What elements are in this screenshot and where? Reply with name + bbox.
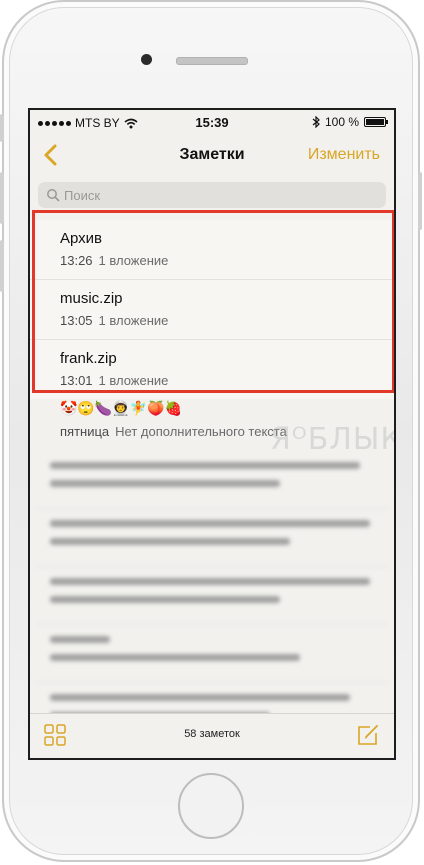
notes-list: Архив 13:26 1 вложение music.zip 13:05 1 в… xyxy=(30,220,394,399)
blurred-line xyxy=(50,694,350,701)
blurred-line xyxy=(50,596,280,603)
home-button[interactable] xyxy=(178,773,244,839)
emoji-title: 🤡🙄🍆👨‍🚀🧚🍑🍓 xyxy=(60,400,183,416)
blurred-divider xyxy=(36,566,388,567)
power-button xyxy=(418,172,422,230)
bluetooth-icon xyxy=(312,116,320,128)
notes-screen: MTS BY 15:39 100 % Заметки Изменить Поис… xyxy=(28,108,396,760)
bottom-toolbar: 58 заметок xyxy=(30,713,394,758)
blurred-notes xyxy=(36,450,388,725)
note-detail: 1 вложение xyxy=(98,253,169,268)
note-detail: Нет дополнительного текста xyxy=(115,424,287,439)
notes-count: 58 заметок xyxy=(184,728,240,740)
note-time: 13:26 xyxy=(60,253,93,268)
blurred-divider xyxy=(36,624,388,625)
note-title: frank.zip xyxy=(60,350,117,367)
blurred-line xyxy=(50,538,290,545)
navigation-bar: Заметки Изменить xyxy=(30,136,394,176)
search-field[interactable]: Поиск xyxy=(38,182,386,208)
note-row[interactable]: music.zip 13:05 1 вложение xyxy=(30,280,394,340)
compose-icon[interactable] xyxy=(356,723,380,747)
note-detail: 1 вложение xyxy=(98,313,169,328)
battery-percent: 100 % xyxy=(324,115,359,129)
blurred-line xyxy=(50,578,370,585)
note-row[interactable]: frank.zip 13:01 1 вложение xyxy=(30,340,394,399)
status-right: 100 % xyxy=(312,115,388,129)
battery-icon xyxy=(364,117,388,127)
search-placeholder: Поиск xyxy=(64,187,101,203)
note-time: 13:05 xyxy=(60,313,93,328)
blurred-line xyxy=(50,654,300,661)
blurred-line xyxy=(50,636,110,643)
front-camera xyxy=(141,54,152,65)
note-meta: 13:01 1 вложение xyxy=(60,373,168,388)
note-meta: 13:05 1 вложение xyxy=(60,313,168,328)
blurred-divider xyxy=(36,508,388,509)
note-time: пятница xyxy=(60,424,110,439)
search-icon xyxy=(47,189,60,202)
note-detail: 1 вложение xyxy=(98,373,169,388)
blurred-line xyxy=(50,520,370,527)
volume-up-button xyxy=(0,172,4,224)
note-time: 13:01 xyxy=(60,373,93,388)
volume-down-button xyxy=(0,240,4,292)
blurred-line xyxy=(50,480,280,487)
note-meta: 13:26 1 вложение xyxy=(60,253,168,268)
note-row[interactable]: Архив 13:26 1 вложение xyxy=(30,220,394,280)
edit-button[interactable]: Изменить xyxy=(308,146,380,164)
blurred-line xyxy=(50,462,360,469)
note-title: music.zip xyxy=(60,290,123,307)
blurred-divider xyxy=(36,682,388,683)
earpiece-speaker xyxy=(176,57,248,65)
note-title: Архив xyxy=(60,230,103,247)
note-meta: пятница Нет дополнительного текста xyxy=(60,424,287,439)
silent-switch xyxy=(0,114,4,142)
status-bar: MTS BY 15:39 100 % xyxy=(30,110,394,136)
